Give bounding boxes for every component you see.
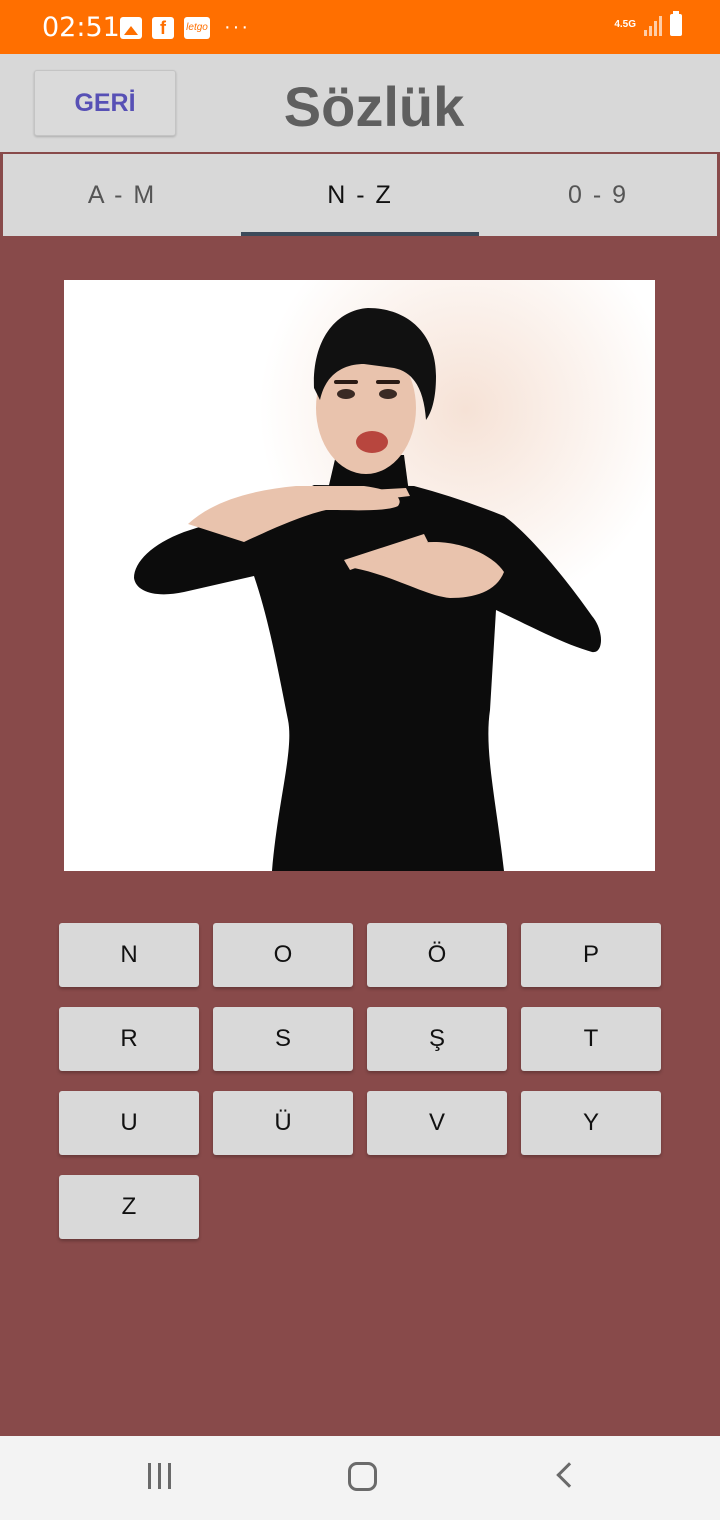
- signer-illustration: [64, 280, 655, 871]
- tab-0-9[interactable]: 0 - 9: [479, 154, 717, 236]
- notification-icons: f letgo ···: [120, 16, 250, 39]
- facebook-icon: f: [152, 16, 174, 39]
- letter-button-y[interactable]: Y: [521, 1091, 661, 1155]
- letter-button-o[interactable]: O: [213, 923, 353, 987]
- letter-button-u[interactable]: U: [59, 1091, 199, 1155]
- letter-button-p[interactable]: P: [521, 923, 661, 987]
- letter-button-t[interactable]: T: [521, 1007, 661, 1071]
- app-header: GERİ Sözlük: [0, 54, 720, 152]
- back-icon[interactable]: [556, 1462, 582, 1488]
- recent-apps-icon[interactable]: [148, 1463, 171, 1489]
- signal-icon: [644, 14, 662, 36]
- tab-a-m[interactable]: A - M: [3, 154, 241, 236]
- status-bar: 02:51 f letgo ··· 4.5G: [0, 0, 720, 54]
- letter-button-o-umlaut[interactable]: Ö: [367, 923, 507, 987]
- letter-button-z[interactable]: Z: [59, 1175, 199, 1239]
- letter-button-u-umlaut[interactable]: Ü: [213, 1091, 353, 1155]
- navigation-bar: [0, 1436, 720, 1520]
- page-title: Sözlük: [283, 75, 465, 138]
- tab-n-z[interactable]: N - Z: [241, 154, 479, 236]
- letter-button-n[interactable]: N: [59, 923, 199, 987]
- home-icon[interactable]: [348, 1462, 377, 1491]
- letter-button-v[interactable]: V: [367, 1091, 507, 1155]
- network-type: 4.5G: [614, 19, 636, 30]
- back-button[interactable]: GERİ: [34, 70, 176, 136]
- gallery-icon: [120, 16, 142, 39]
- battery-icon: [670, 11, 682, 36]
- tab-bar: A - M N - Z 0 - 9: [1, 152, 719, 238]
- more-dots-icon: ···: [224, 16, 250, 38]
- letter-grid: N O Ö P R S Ş T U Ü V Y Z: [59, 923, 661, 1239]
- system-icons: 4.5G: [614, 11, 682, 36]
- letter-button-r[interactable]: R: [59, 1007, 199, 1071]
- letter-button-s[interactable]: S: [213, 1007, 353, 1071]
- status-time: 02:51: [42, 12, 120, 43]
- letgo-icon: letgo: [184, 16, 210, 39]
- letter-button-s-cedilla[interactable]: Ş: [367, 1007, 507, 1071]
- sign-language-image: [64, 280, 655, 871]
